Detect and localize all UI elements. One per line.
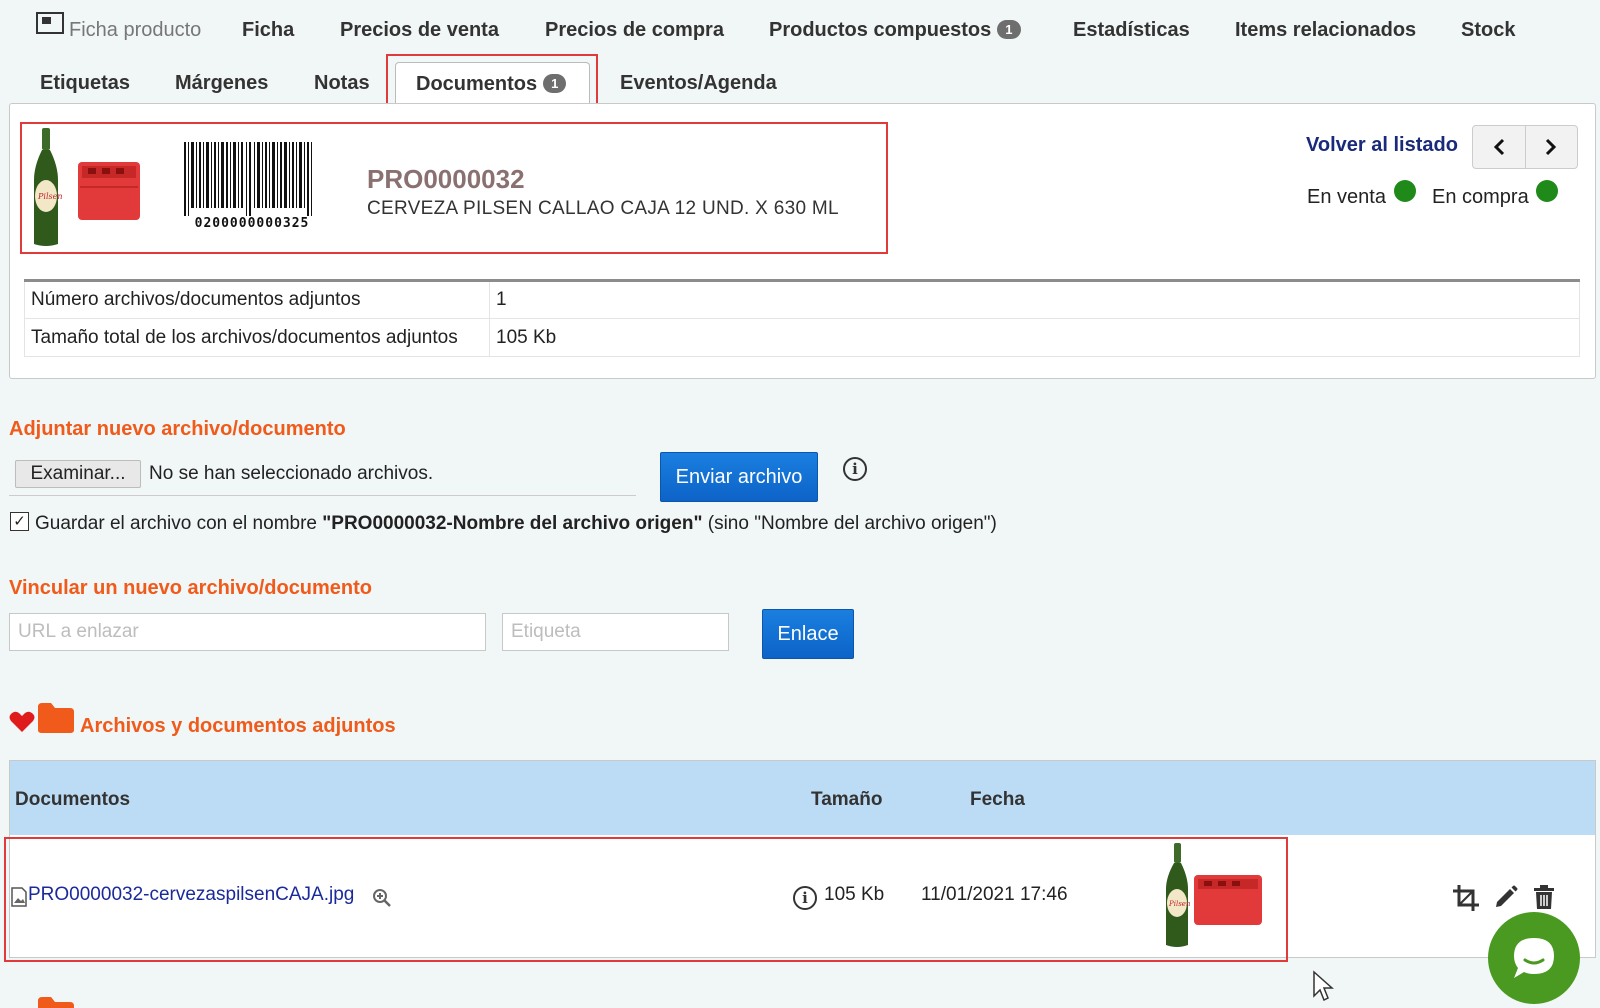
table-row: Tamaño total de los archivos/documentos … xyxy=(24,318,1580,357)
summary-value: 105 Kb xyxy=(489,318,1580,357)
file-input[interactable]: Examinar... No se han seleccionado archi… xyxy=(9,456,636,496)
tab-margenes[interactable]: Márgenes xyxy=(175,72,268,95)
attach-section-title: Adjuntar nuevo archivo/documento xyxy=(9,418,346,440)
link-section-title: Vincular un nuevo archivo/documento xyxy=(9,577,373,599)
tab-stock[interactable]: Stock xyxy=(1461,19,1515,42)
browse-button[interactable]: Examinar... xyxy=(15,460,141,488)
attachments-summary-table: Número archivos/documentos adjuntos 1 Ta… xyxy=(24,279,1580,357)
in-sale-label: En venta xyxy=(1307,186,1386,208)
tab-label: Documentos xyxy=(416,73,538,95)
barcode-text: 0200000000325 xyxy=(194,216,310,231)
tab-productos-compuestos[interactable]: Productos compuestos 1 xyxy=(769,19,1021,42)
folder-icon xyxy=(38,703,74,733)
tab-ficha[interactable]: Ficha xyxy=(242,19,294,42)
svg-text:Pilsen: Pilsen xyxy=(1168,900,1191,908)
crop-icon[interactable] xyxy=(1452,884,1480,912)
column-size[interactable]: Tamaño xyxy=(811,789,882,811)
checkbox-label-prefix: Guardar el archivo con el nombre xyxy=(35,513,323,534)
tab-documentos[interactable]: Documentos 1 xyxy=(395,62,590,104)
checkbox-label-suffix: (sino "Nombre del archivo origen") xyxy=(702,513,997,534)
chevron-left-icon xyxy=(1493,138,1504,156)
back-to-list-link[interactable]: Volver al listado xyxy=(1306,134,1458,157)
save-with-code-checkbox[interactable]: ✓ xyxy=(10,512,29,531)
in-sale-status-dot xyxy=(1394,180,1416,202)
table-row: Número archivos/documentos adjuntos 1 xyxy=(24,280,1580,319)
edit-icon[interactable] xyxy=(1493,884,1519,910)
info-icon[interactable]: i xyxy=(843,457,867,481)
in-purchase-label: En compra xyxy=(1432,186,1529,208)
record-navigation xyxy=(1472,125,1578,169)
tab-notas[interactable]: Notas xyxy=(314,72,370,95)
chevron-right-icon xyxy=(1546,138,1557,156)
in-purchase-status-dot xyxy=(1536,180,1558,202)
label-input[interactable] xyxy=(502,613,729,651)
chat-button[interactable] xyxy=(1488,912,1580,1004)
previous-button[interactable] xyxy=(1473,126,1525,168)
delete-icon[interactable] xyxy=(1532,884,1556,910)
file-status-text: No se han seleccionado archivos. xyxy=(149,463,434,484)
checkbox-label-bold: "PRO0000032-Nombre del archivo origen" xyxy=(322,513,703,534)
mouse-cursor-icon xyxy=(1313,970,1334,1002)
url-input[interactable] xyxy=(9,613,486,651)
chat-icon xyxy=(1514,938,1554,978)
attachments-section-title: Archivos y documentos adjuntos xyxy=(80,715,396,737)
tab-eventos-agenda[interactable]: Eventos/Agenda xyxy=(620,72,777,95)
summary-label: Número archivos/documentos adjuntos xyxy=(24,280,490,319)
link-button[interactable]: Enlace xyxy=(762,609,854,659)
column-documents[interactable]: Documentos xyxy=(15,789,130,811)
product-image: Pilsen xyxy=(34,128,140,246)
svg-text:Pilsen: Pilsen xyxy=(37,192,63,201)
column-date[interactable]: Fecha xyxy=(970,789,1025,811)
tab-ficha-producto[interactable]: Ficha producto xyxy=(69,19,201,42)
size-info-icon[interactable]: i xyxy=(793,886,817,910)
tab-estadisticas[interactable]: Estadísticas xyxy=(1073,19,1190,42)
document-link[interactable]: PRO0000032-cervezaspilsenCAJA.jpg xyxy=(28,884,354,906)
tab-label: Productos compuestos xyxy=(769,19,992,41)
document-size: 105 Kb xyxy=(824,884,885,905)
tab-precios-de-venta[interactable]: Precios de venta xyxy=(340,19,499,42)
folder-icon xyxy=(38,997,74,1008)
send-file-button[interactable]: Enviar archivo xyxy=(660,452,818,502)
table-header: Documentos Tamaño Fecha xyxy=(10,761,1595,835)
save-with-code-label: Guardar el archivo con el nombre "PRO000… xyxy=(35,513,997,535)
ficha-producto-icon xyxy=(36,12,64,39)
count-badge: 1 xyxy=(543,74,567,93)
summary-value: 1 xyxy=(489,280,1580,319)
document-date: 11/01/2021 17:46 xyxy=(921,884,1068,905)
image-file-icon xyxy=(11,887,27,907)
count-badge: 1 xyxy=(997,20,1021,39)
summary-label: Tamaño total de los archivos/documentos … xyxy=(24,318,490,357)
product-name: CERVEZA PILSEN CALLAO CAJA 12 UND. X 630… xyxy=(367,198,839,219)
zoom-in-icon[interactable] xyxy=(372,888,392,908)
tab-etiquetas[interactable]: Etiquetas xyxy=(40,72,130,95)
document-thumbnail[interactable]: Pilsen xyxy=(1160,841,1266,951)
next-button[interactable] xyxy=(1524,126,1578,168)
heart-icon[interactable] xyxy=(9,711,35,733)
product-code: PRO0000032 xyxy=(367,164,525,194)
tab-precios-de-compra[interactable]: Precios de compra xyxy=(545,19,724,42)
tab-items-relacionados[interactable]: Items relacionados xyxy=(1235,19,1416,42)
